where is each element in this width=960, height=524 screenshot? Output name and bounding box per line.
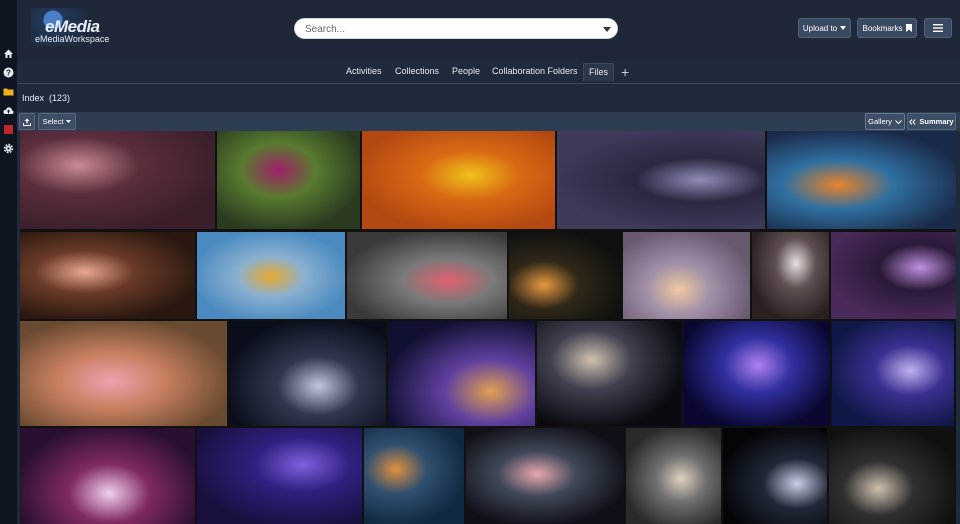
- search-dropdown-caret-icon[interactable]: [603, 27, 611, 32]
- chevron-down-icon: [895, 119, 902, 124]
- gallery-thumbnail[interactable]: [537, 321, 681, 426]
- search-bar: [294, 18, 618, 40]
- gallery-thumbnail[interactable]: [509, 232, 621, 319]
- gallery-label: Gallery: [868, 117, 892, 126]
- gallery-thumbnail[interactable]: [20, 428, 195, 524]
- index-heading: Index (123): [22, 93, 70, 103]
- upload-to-button[interactable]: Upload to: [798, 18, 851, 38]
- home-icon[interactable]: [3, 48, 14, 59]
- app-logo[interactable]: eMedia eMediaWorkspace: [31, 8, 127, 46]
- search-input[interactable]: [303, 19, 597, 40]
- index-label: Index: [22, 93, 45, 103]
- chevron-down-icon: [66, 120, 72, 123]
- gallery-thumbnail[interactable]: [364, 428, 464, 524]
- select-dropdown[interactable]: Select: [38, 113, 76, 130]
- upload-to-label: Upload to: [802, 23, 838, 33]
- gallery-toolbar: Select Gallery Summary: [17, 112, 960, 131]
- help-icon[interactable]: ?: [3, 67, 14, 78]
- cloud-upload-icon[interactable]: [3, 105, 14, 116]
- bookmarks-label: Bookmarks: [862, 23, 903, 33]
- menu-icon: [933, 24, 943, 32]
- add-tab-icon[interactable]: +: [621, 64, 629, 80]
- left-sidebar: ?: [0, 0, 17, 524]
- summary-label: Summary: [919, 117, 954, 126]
- folder-icon[interactable]: [3, 86, 14, 97]
- tab-files[interactable]: Files: [583, 63, 615, 81]
- bookmarks-button[interactable]: Bookmarks: [857, 18, 917, 38]
- upload-icon: [23, 118, 31, 126]
- gallery-thumbnail[interactable]: [229, 321, 386, 426]
- gallery-thumbnail[interactable]: [388, 321, 535, 426]
- gallery-thumbnail[interactable]: [752, 232, 829, 319]
- gallery-thumbnail[interactable]: [217, 131, 360, 229]
- workspace-name: eMediaWorkspace: [35, 34, 110, 44]
- gallery-view-dropdown[interactable]: Gallery: [865, 113, 905, 130]
- summary-button[interactable]: Summary: [907, 113, 956, 130]
- gallery-thumbnail[interactable]: [832, 321, 954, 426]
- svg-text:?: ?: [6, 68, 11, 77]
- stop-icon[interactable]: [3, 124, 14, 135]
- tab-activities[interactable]: Activities: [346, 66, 382, 76]
- double-chevron-left-icon: [909, 118, 916, 125]
- gallery-thumbnail[interactable]: [829, 428, 956, 524]
- gallery-thumbnail[interactable]: [362, 131, 555, 229]
- main-tabs: Activities Collections People Collaborat…: [17, 63, 960, 84]
- select-label: Select: [42, 117, 64, 126]
- tab-people[interactable]: People: [452, 66, 480, 76]
- gallery-thumbnail[interactable]: [20, 321, 227, 426]
- gallery-thumbnail[interactable]: [197, 232, 345, 319]
- gallery-thumbnail[interactable]: [347, 232, 507, 319]
- gallery-thumbnail[interactable]: [723, 428, 827, 524]
- gallery-thumbnail[interactable]: [197, 428, 362, 524]
- hamburger-menu-button[interactable]: [924, 18, 952, 38]
- gallery-thumbnail[interactable]: [626, 428, 721, 524]
- index-count: (123): [49, 93, 71, 103]
- gallery-thumbnail[interactable]: [623, 232, 750, 319]
- gallery-thumbnail[interactable]: [831, 232, 956, 319]
- gallery-thumbnail[interactable]: [20, 131, 215, 229]
- tab-collections[interactable]: Collections: [395, 66, 439, 76]
- gallery-thumbnail[interactable]: [683, 321, 830, 426]
- tab-collaboration-folders[interactable]: Collaboration Folders: [492, 66, 578, 76]
- gallery-thumbnail[interactable]: [466, 428, 624, 524]
- gallery-thumbnail[interactable]: [767, 131, 956, 229]
- gallery-thumbnail[interactable]: [557, 131, 765, 229]
- bookmark-icon: [905, 24, 912, 32]
- chevron-down-icon: [840, 26, 847, 30]
- upload-button[interactable]: [19, 113, 35, 130]
- tabs-divider: [17, 83, 960, 84]
- image-gallery: [20, 131, 956, 524]
- gallery-thumbnail[interactable]: [20, 232, 195, 319]
- gear-icon[interactable]: [3, 143, 14, 154]
